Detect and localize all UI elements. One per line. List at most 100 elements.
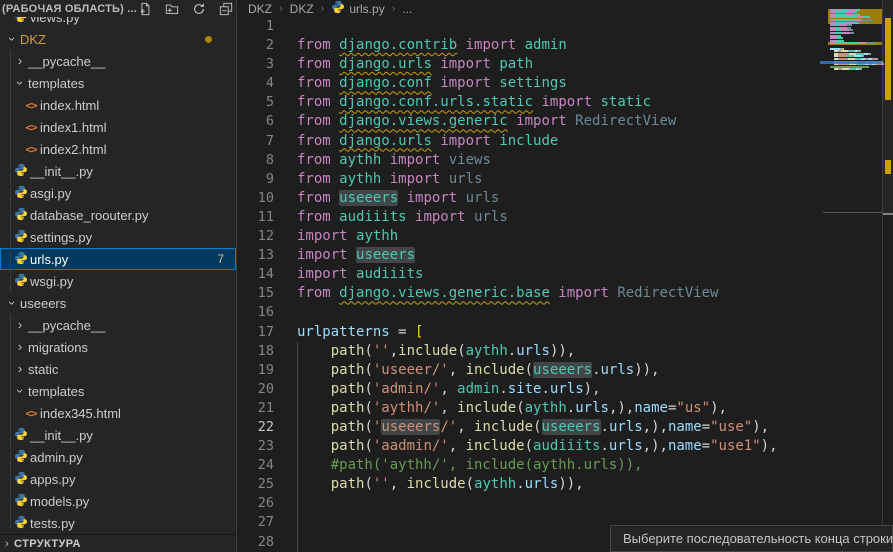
- line-number: 2: [238, 36, 274, 55]
- code-line[interactable]: 5from django.conf.urls.static import sta…: [238, 93, 882, 112]
- vscode-window: (РАБОЧАЯ ОБЛАСТЬ) ... views.py›DKZ›__pyc…: [0, 0, 893, 552]
- tree-item-static[interactable]: ›static: [0, 358, 236, 380]
- code-line[interactable]: 6from django.views.generic import Redire…: [238, 112, 882, 131]
- code-line[interactable]: 26: [238, 494, 882, 513]
- code-line[interactable]: 24 #path('aythh/', include(aythh.urls)),: [238, 456, 882, 475]
- tree-item-admin.py[interactable]: admin.py: [0, 446, 236, 468]
- tree-item-apps.py[interactable]: apps.py: [0, 468, 236, 490]
- line-content: import audiiits: [297, 265, 423, 284]
- tree-item-useeers[interactable]: ›useeers: [0, 292, 236, 314]
- code-line[interactable]: 21 path('aythh/', include(aythh.urls,),n…: [238, 399, 882, 418]
- line-number: 16: [238, 303, 274, 322]
- workspace-title: (РАБОЧАЯ ОБЛАСТЬ) ...: [2, 3, 137, 15]
- tree-item-__init__.py[interactable]: __init__.py: [0, 424, 236, 446]
- line-number: 6: [238, 112, 274, 131]
- tree-item-index.html[interactable]: <>index.html: [0, 94, 236, 116]
- tree-item-DKZ[interactable]: ›DKZ: [0, 28, 236, 50]
- code-line[interactable]: 11from audiiits import urls: [238, 208, 882, 227]
- chevron-down-icon: ›: [1, 295, 23, 311]
- code-line[interactable]: 15from django.views.generic.base import …: [238, 284, 882, 303]
- code-line[interactable]: 12import aythh: [238, 227, 882, 246]
- tree-item-settings.py[interactable]: settings.py: [0, 226, 236, 248]
- tree-item-templates[interactable]: ›templates: [0, 380, 236, 402]
- code-line[interactable]: 18 path('',include(aythh.urls)),: [238, 342, 882, 361]
- code-line[interactable]: 9from aythh import urls: [238, 170, 882, 189]
- new-file-icon[interactable]: [137, 1, 153, 17]
- code-line[interactable]: 19 path('useeer/', include(useeers.urls)…: [238, 361, 882, 380]
- refresh-icon[interactable]: [191, 1, 207, 17]
- line-content: from django.contrib import admin: [297, 36, 567, 55]
- tree-item-label: index1.html: [40, 120, 106, 135]
- python-icon: [331, 0, 345, 17]
- code-line[interactable]: 23 path('aadmin/', include(audiiits.urls…: [238, 437, 882, 456]
- tree-item-label: static: [28, 362, 58, 377]
- line-content: #path('aythh/', include(aythh.urls)),: [297, 456, 643, 475]
- line-content: urlpatterns = [: [297, 323, 423, 342]
- html-icon: <>: [25, 143, 36, 156]
- line-content: import aythh: [297, 227, 398, 246]
- tree-item-models.py[interactable]: models.py: [0, 490, 236, 512]
- breadcrumb-label: urls.py: [349, 2, 384, 16]
- line-content: path('', include(aythh.urls)),: [297, 475, 584, 494]
- line-number: 7: [238, 132, 274, 151]
- code-line[interactable]: 20 path('admin/', admin.site.urls),: [238, 380, 882, 399]
- line-number: 19: [238, 361, 274, 380]
- problems-badge: 7: [217, 252, 224, 266]
- code-line[interactable]: 25 path('', include(aythh.urls)),: [238, 475, 882, 494]
- code-line[interactable]: 8from aythh import views: [238, 151, 882, 170]
- python-icon: [14, 273, 28, 290]
- line-number: 25: [238, 475, 274, 494]
- explorer-sidebar: (РАБОЧАЯ ОБЛАСТЬ) ... views.py›DKZ›__pyc…: [0, 0, 237, 552]
- code-area[interactable]: 12 from django.contrib import admin3from …: [238, 17, 882, 552]
- code-line[interactable]: 22 path('useeers/', include(useeers.urls…: [238, 418, 882, 437]
- python-icon: [14, 493, 28, 510]
- tree-item-index2.html[interactable]: <> index2.html: [0, 138, 236, 160]
- tree-item-label: __pycache__: [28, 54, 105, 69]
- tree-item-templates[interactable]: ›templates: [0, 72, 236, 94]
- line-number: 8: [238, 151, 274, 170]
- code-line[interactable]: 7from django.urls import include: [238, 132, 882, 151]
- tree-item-__pycache__[interactable]: ›__pycache__: [0, 50, 236, 72]
- code-line[interactable]: 16: [238, 303, 882, 322]
- python-icon-slot: [12, 427, 30, 444]
- line-content: path('useeers/', include(useeers.urls,),…: [297, 418, 769, 437]
- code-line[interactable]: 10from useeers import urls: [238, 189, 882, 208]
- breadcrumb-item[interactable]: DKZ: [248, 2, 272, 16]
- chevron-right-icon: ›: [12, 50, 28, 72]
- breadcrumb-label: DKZ: [248, 2, 272, 16]
- code-line[interactable]: 2 from django.contrib import admin: [238, 36, 882, 55]
- breadcrumb-item[interactable]: DKZ: [290, 2, 314, 16]
- tree-item-database_roouter.py[interactable]: database_roouter.py: [0, 204, 236, 226]
- breadcrumb-item[interactable]: urls.py: [331, 0, 384, 17]
- tree-item-__init__.py[interactable]: __init__.py: [0, 160, 236, 182]
- scrollbar-overview-ruler[interactable]: [882, 0, 893, 552]
- line-number: 4: [238, 74, 274, 93]
- tree-item-label: wsgi.py: [30, 274, 73, 289]
- tree-item-urls.py[interactable]: urls.py7: [0, 248, 236, 270]
- line-content: from django.conf.urls.static import stat…: [297, 93, 651, 112]
- python-icon: [14, 427, 28, 444]
- new-folder-icon[interactable]: [164, 1, 180, 17]
- code-line[interactable]: 13import useeers: [238, 246, 882, 265]
- explorer-section-header[interactable]: (РАБОЧАЯ ОБЛАСТЬ) ...: [0, 0, 236, 17]
- tree-item-index345.html[interactable]: <>index345.html: [0, 402, 236, 424]
- tree-item-tests.py[interactable]: tests.py: [0, 512, 236, 534]
- tree-item-label: index2.html: [40, 142, 106, 157]
- code-line[interactable]: 4from django.conf import settings: [238, 74, 882, 93]
- code-line[interactable]: 17urlpatterns = [: [238, 323, 882, 342]
- breadcrumb-item[interactable]: ...: [402, 2, 412, 16]
- outline-section-header[interactable]: › СТРУКТУРА: [0, 534, 236, 552]
- code-line[interactable]: 1: [238, 17, 882, 36]
- code-line[interactable]: 3from django.urls import path: [238, 55, 882, 74]
- tree-item-index1.html[interactable]: <>index1.html: [0, 116, 236, 138]
- tree-item-migrations[interactable]: ›migrations: [0, 336, 236, 358]
- python-icon-slot: [12, 273, 30, 290]
- line-number: 15: [238, 284, 274, 303]
- collapse-all-icon[interactable]: [218, 1, 234, 17]
- tree-item-__pycache__[interactable]: ›__pycache__: [0, 314, 236, 336]
- code-line[interactable]: 14import audiiits: [238, 265, 882, 284]
- tree-item-wsgi.py[interactable]: wsgi.py: [0, 270, 236, 292]
- minimap[interactable]: [820, 6, 882, 136]
- explorer-actions: [137, 1, 237, 17]
- tree-item-asgi.py[interactable]: asgi.py: [0, 182, 236, 204]
